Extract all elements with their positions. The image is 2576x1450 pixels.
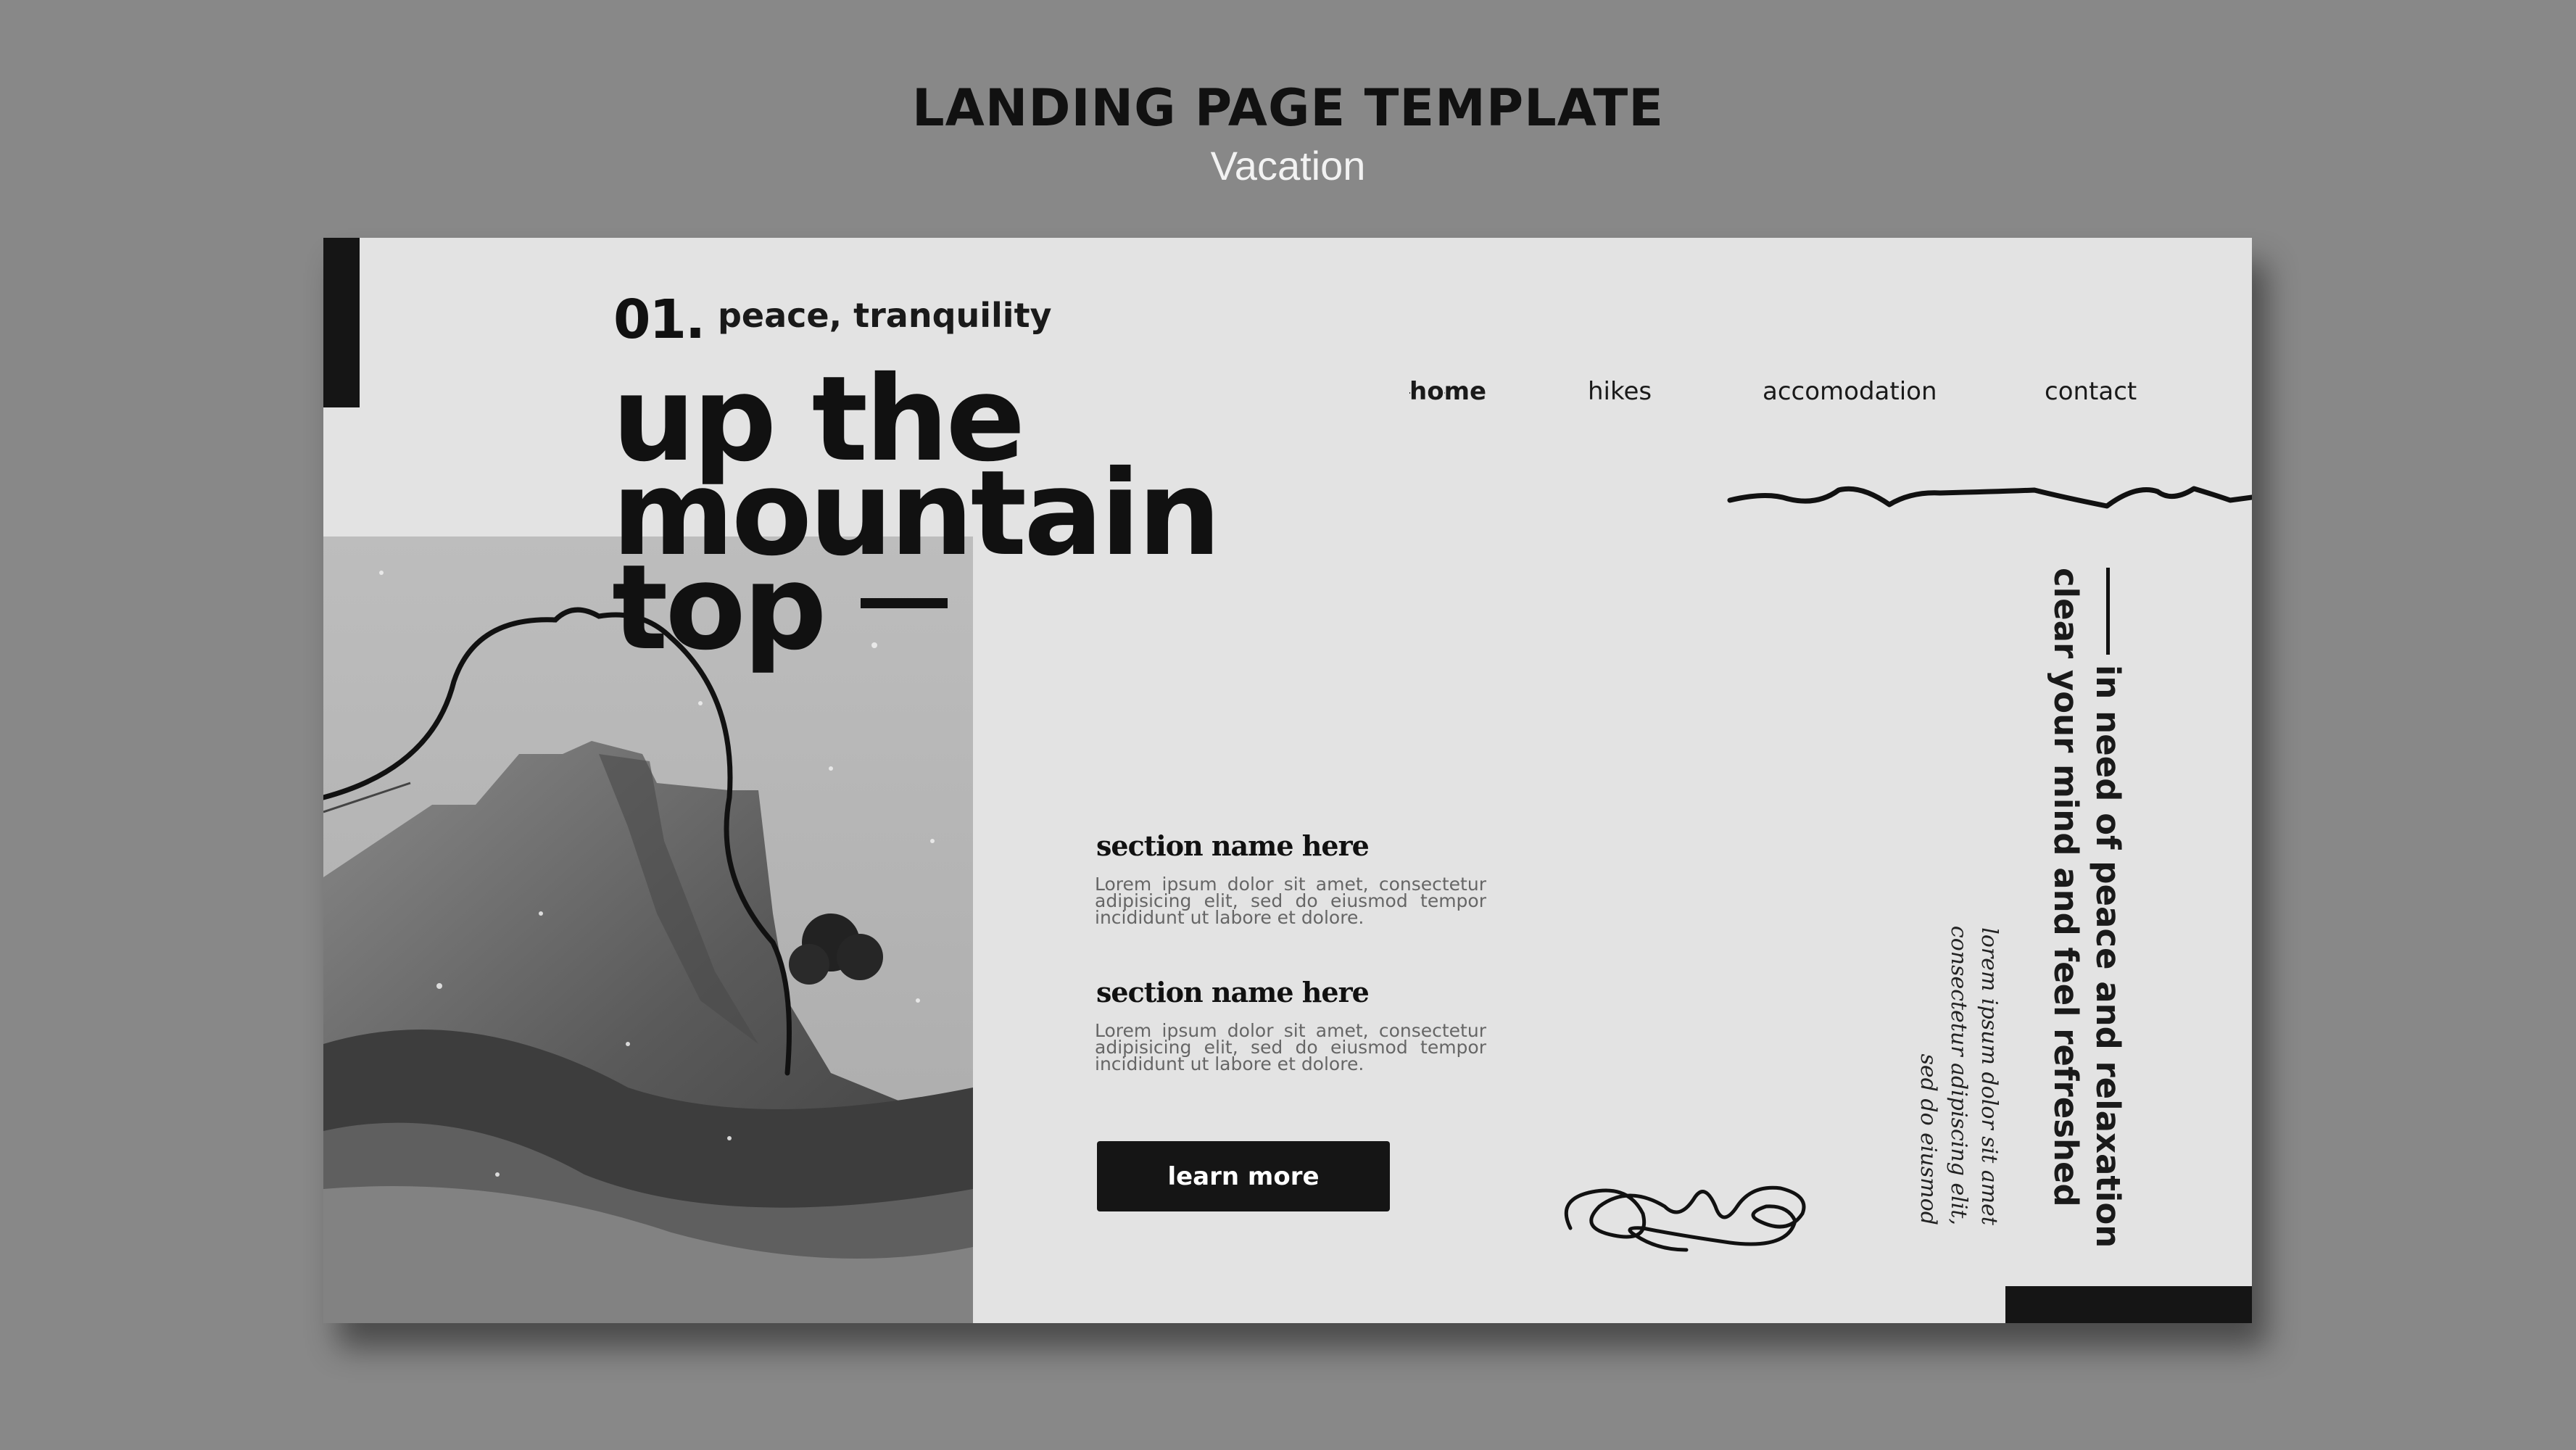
- vertical-dash: [2106, 568, 2111, 655]
- nav-hikes[interactable]: hikes: [1588, 377, 1652, 406]
- section-2-title: section name here: [1096, 976, 1370, 1008]
- scribble-decoration: [1564, 1185, 1806, 1252]
- script-text-inner: lorem ipsum dolor sit amet consectetur a…: [1913, 914, 2004, 1225]
- script-line-2: consectetur adipiscing elit,: [1946, 925, 1971, 1225]
- script-line-1: lorem ipsum dolor sit amet: [1976, 927, 2002, 1225]
- vertical-line-1-wrap: in need of peace and relaxation: [2087, 568, 2129, 1248]
- hero-tagline: peace, tranquility: [718, 296, 1052, 335]
- vertical-text-inner: in need of peace and relaxation clear yo…: [2045, 568, 2129, 1248]
- section-1-text: Lorem ipsum dolor sit amet, consectetur …: [1095, 874, 1486, 928]
- accent-bar-bottom-right: [2005, 1286, 2252, 1323]
- vertical-line-2: clear your mind and feel refreshed: [2047, 568, 2085, 1207]
- landing-page-mockup: 01. peace, tranquility up the mountain t…: [323, 238, 2252, 1323]
- nav-contact[interactable]: contact: [2045, 377, 2137, 406]
- template-title: LANDING PAGE TEMPLATE: [911, 78, 1665, 138]
- nav-home[interactable]: home: [1409, 377, 1486, 406]
- vertical-line-1: in need of peace and relaxation: [2089, 665, 2127, 1248]
- headline-line-3: top: [612, 540, 827, 676]
- hero-headline: up the mountain top: [612, 361, 1221, 667]
- headline-dash: [860, 597, 948, 608]
- template-subtitle: Vacation: [1210, 143, 1366, 188]
- learn-more-button[interactable]: learn more: [1097, 1141, 1390, 1211]
- squiggle-line-decoration: [1727, 486, 2252, 509]
- accent-bar-top-left: [323, 238, 360, 407]
- script-line-3: sed do eiusmod: [1916, 1053, 1941, 1225]
- section-number: 01.: [613, 289, 705, 351]
- nav-accomodation[interactable]: accomodation: [1763, 377, 1937, 406]
- section-2-text: Lorem ipsum dolor sit amet, consectetur …: [1095, 1020, 1486, 1074]
- section-1-title: section name here: [1096, 829, 1370, 862]
